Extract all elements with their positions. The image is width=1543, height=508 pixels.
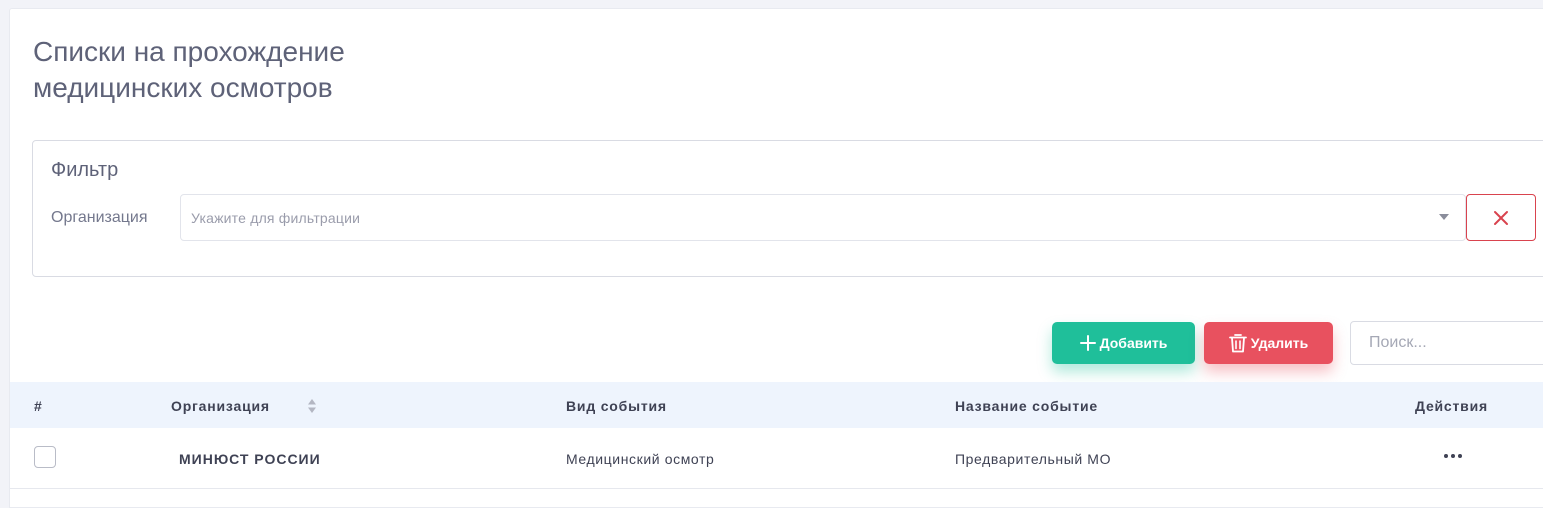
organization-filter-label: Организация [51,209,148,226]
close-icon [1494,210,1508,225]
column-header-actions: Действия [1415,398,1488,414]
column-header-event-name: Название событие [955,398,1098,414]
organization-filter-select[interactable]: Укажите для фильтрации [180,194,1466,241]
row-checkbox[interactable] [34,446,56,468]
add-button[interactable]: Добавить [1052,322,1195,364]
table-header: # Организация Вид события Название событ… [10,382,1543,428]
table-row: МИНЮСТ РОССИИ Медицинский осмотр Предвар… [10,428,1543,489]
add-button-label: Добавить [1099,335,1168,351]
delete-button[interactable]: Удалить [1204,322,1333,364]
search-input[interactable] [1350,321,1543,365]
sort-icon[interactable] [307,398,317,414]
column-header-index: # [34,398,43,414]
dot [1444,454,1448,458]
page-title: Списки на прохождение медицинских осмотр… [33,36,345,103]
dot [1458,454,1462,458]
delete-button-label: Удалить [1250,335,1309,351]
column-header-organization[interactable]: Организация [171,398,270,414]
organization-filter-placeholder: Укажите для фильтрации [191,210,361,226]
trash-icon [1228,334,1247,353]
row-event-name: Предварительный МО [955,451,1112,467]
row-event-type: Медицинский осмотр [566,451,715,467]
row-organization: МИНЮСТ РОССИИ [179,451,321,467]
plus-icon [1079,335,1096,351]
caret-down-icon[interactable] [1439,214,1449,220]
clear-filter-button[interactable] [1466,194,1536,241]
more-actions-icon[interactable] [1442,448,1464,464]
main-card: Списки на прохождение медицинских осмотр… [9,8,1543,508]
filter-title: Фильтр [51,159,119,181]
filter-panel: Фильтр Организация Укажите для фильтраци… [32,140,1543,277]
dot [1451,454,1455,458]
column-header-event-type: Вид события [566,398,667,414]
